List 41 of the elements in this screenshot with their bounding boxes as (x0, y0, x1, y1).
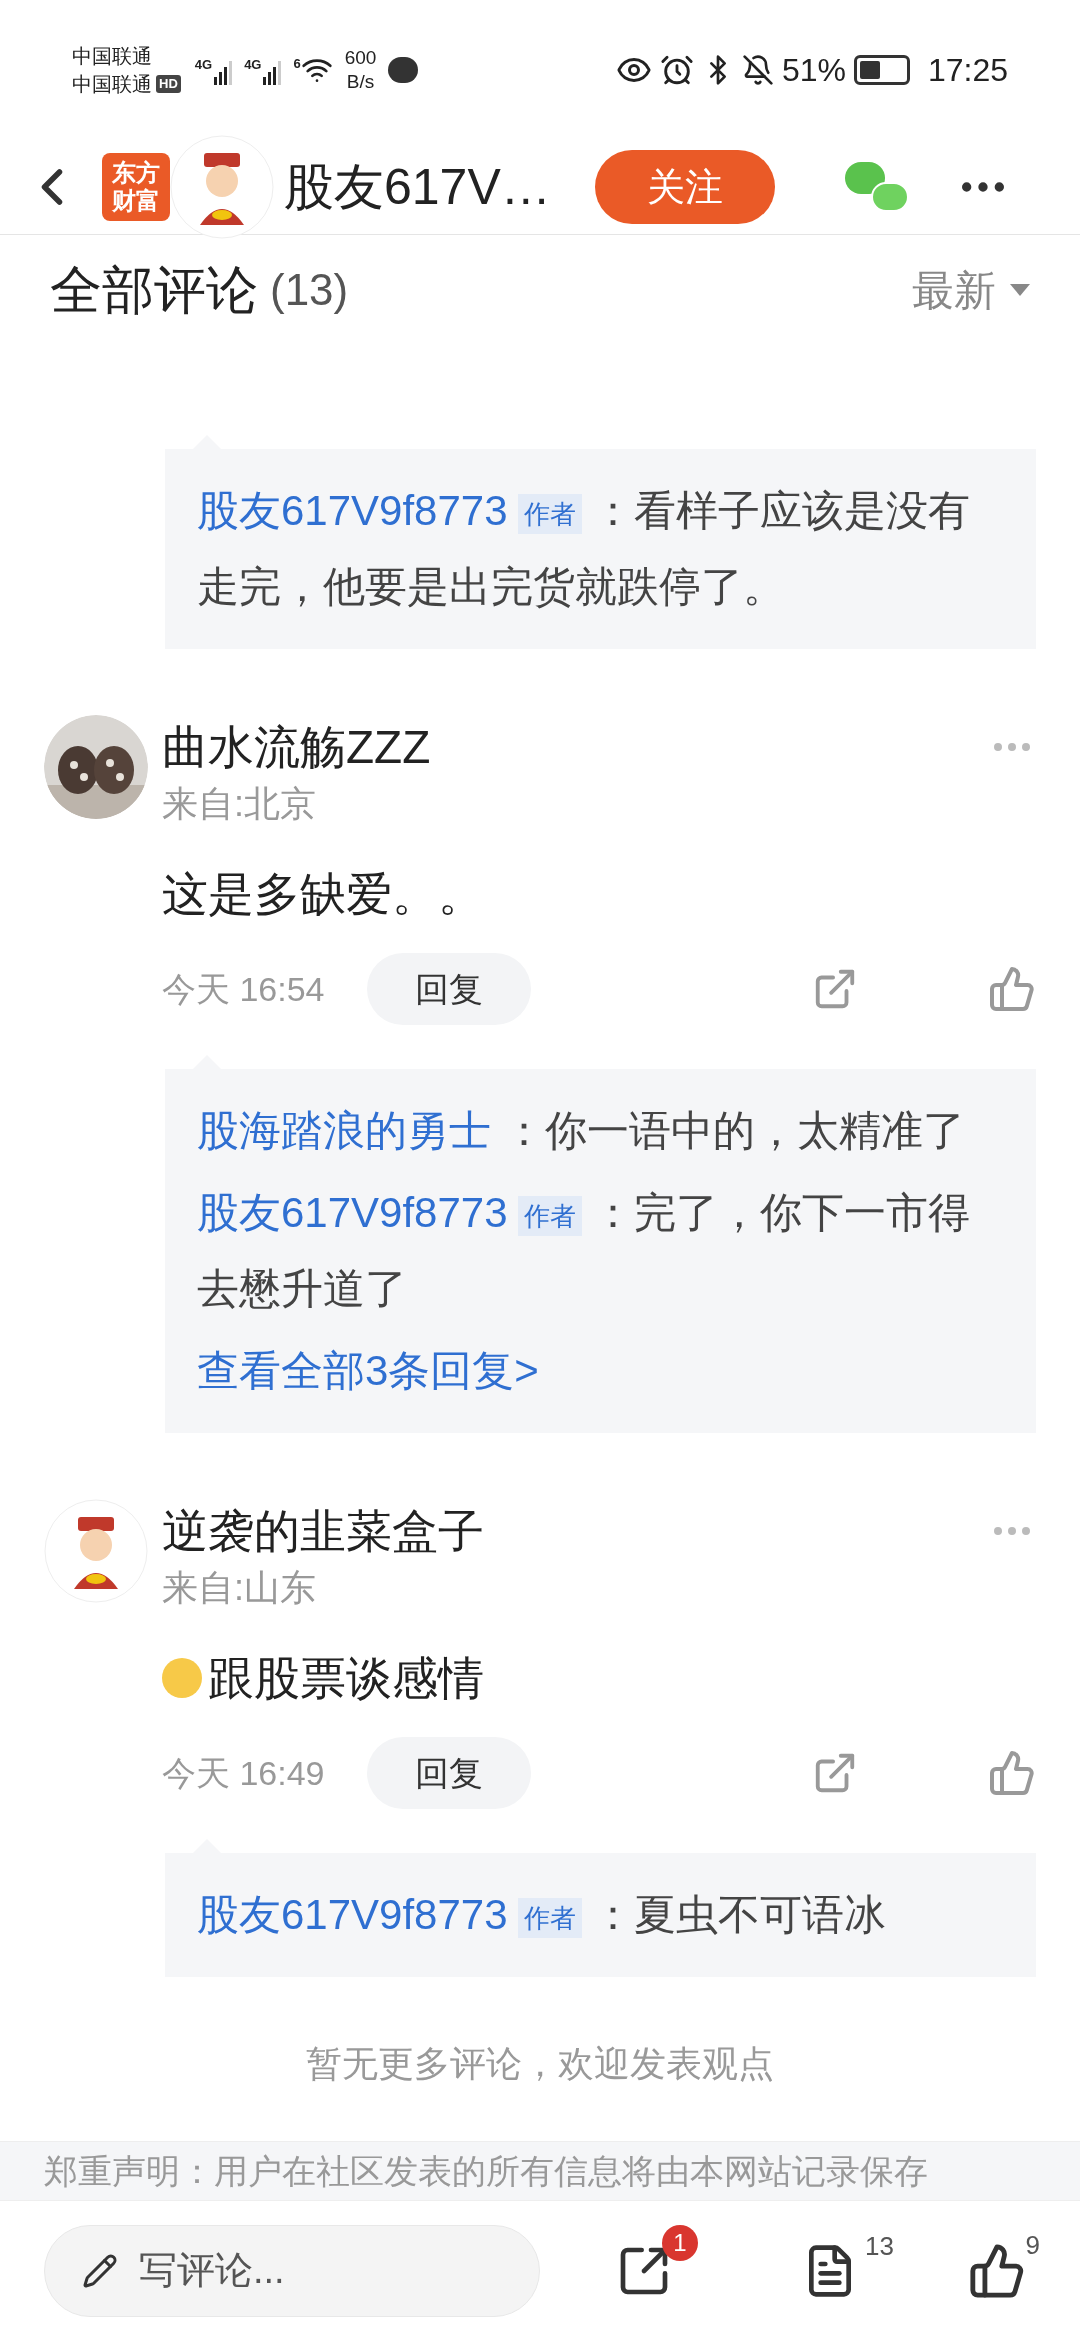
battery-icon (853, 55, 910, 85)
reply-button[interactable]: 回复 (367, 1737, 531, 1809)
alarm-icon (659, 53, 694, 87)
reply-text: 股友617V9f8773 作者 ：看样子应该是没有走完，他要是出完货就跌停了。 (197, 486, 971, 612)
location-text: 来自:北京 (162, 782, 317, 826)
location-text: 来自:山东 (162, 1566, 317, 1610)
disclaimer-text: 郑重声明：用户在社区发表的所有信息将由本网站记录保存 (44, 2150, 928, 2192)
like-icon[interactable] (968, 2241, 1026, 2300)
user-name[interactable]: 曲水流觞ZZZ (162, 715, 431, 779)
like-count: 9 (1025, 2228, 1040, 2262)
comment-text: 跟股票谈感情 (208, 1651, 484, 1706)
comment-count: 13 (865, 2229, 894, 2263)
reply-text: 股海踏浪的勇士 ：你一语中的，太精准了 (197, 1106, 966, 1156)
reply-text: 股友617V9f8773 作者 ：完了，你下一市得去懋升道了 (197, 1188, 971, 1314)
time-text: 今天 16:49 (162, 1752, 326, 1794)
comment-text: 这是多缺爱。。 (162, 867, 484, 922)
page-title: 股友617V… (284, 157, 551, 217)
time-text: 今天 16:54 (162, 968, 326, 1010)
bell-off-icon (741, 54, 774, 86)
comment-field[interactable]: 写评论... (44, 2224, 540, 2317)
sort-dropdown[interactable]: 最新 (912, 258, 1030, 322)
reply-button[interactable]: 回复 (367, 953, 531, 1025)
view-all-replies-link[interactable]: 查看全部3条回复> (197, 1333, 1004, 1409)
speed-text: 600 (344, 46, 377, 70)
wechat-icon[interactable] (844, 162, 909, 212)
hd-badge: HD (156, 75, 181, 93)
clock-text: 17:25 (927, 51, 1008, 90)
reply-text: 股友617V9f8773 作者 ：夏虫不可语冰 (197, 1890, 887, 1940)
carrier-text: 中国联通 (72, 44, 153, 69)
follow-button[interactable]: 关注 (594, 150, 775, 224)
carrier-text: 中国联通 (72, 72, 152, 97)
end-note: 暂无更多评论，欢迎发表观点 (305, 2042, 775, 2086)
app-logo: 东方 财富 (102, 153, 170, 221)
speed-unit: B/s (346, 70, 375, 94)
battery-percent: 51% (781, 51, 846, 90)
notification-badge: 1 (662, 2224, 698, 2261)
wifi-label: 6 (293, 55, 301, 73)
section-title: 全部评论 (50, 260, 258, 321)
pencil-icon (82, 2252, 118, 2289)
user-name[interactable]: 逆袭的韭菜盒子 (162, 1499, 484, 1563)
comment-count: (13) (270, 264, 349, 316)
